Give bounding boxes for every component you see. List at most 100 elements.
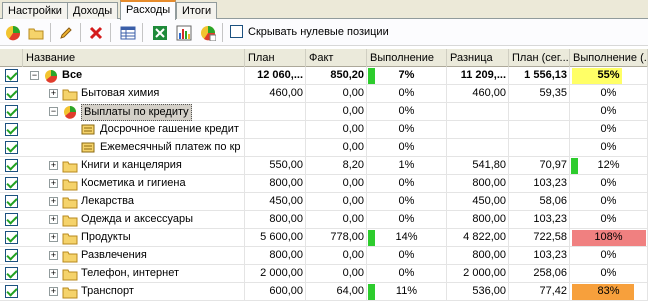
table-row[interactable]: + Телефон, интернет 2 000,00 0,00 0% 2 000,00… xyxy=(0,265,648,283)
table-row[interactable]: − Все 12 060,... 850,20 7% 11 209,... 1 556,13… xyxy=(0,67,648,85)
subcategory-icon xyxy=(81,142,95,153)
row-checkbox[interactable] xyxy=(5,105,18,118)
plan-segment-cell: 1 556,13 xyxy=(509,67,570,85)
add-category-button[interactable] xyxy=(3,23,23,43)
delete-icon xyxy=(89,26,103,40)
table-row[interactable]: + Транспорт 600,00 64,00 11% 536,00 77,42 83% xyxy=(0,283,648,301)
tab-settings[interactable]: Настройки xyxy=(2,2,68,19)
table-row[interactable]: + Продукты 5 600,00 778,00 14% 4 822,00 722,58… xyxy=(0,229,648,247)
export-excel-button[interactable] xyxy=(150,23,170,43)
plan-segment-cell: 103,23 xyxy=(509,175,570,193)
execution-segment-cell: 0% xyxy=(570,211,648,229)
category-name: Телефон, интернет xyxy=(81,267,179,279)
plan-segment-cell: 59,35 xyxy=(509,85,570,103)
hide-zero-toggle[interactable]: Скрывать нулевые позиции xyxy=(230,25,389,38)
difference-cell: 4 822,00 xyxy=(447,229,509,247)
table-row[interactable]: + Лекарства 450,00 0,00 0% 450,00 58,06 0% xyxy=(0,193,648,211)
difference-cell: 800,00 xyxy=(447,247,509,265)
execution-progress-bar xyxy=(368,230,375,246)
chart-button[interactable] xyxy=(174,23,194,43)
plan-cell: 460,00 xyxy=(245,85,306,103)
row-checkbox[interactable] xyxy=(5,249,18,262)
expand-icon[interactable]: + xyxy=(49,161,58,170)
expand-icon[interactable]: + xyxy=(49,179,58,188)
tab-income[interactable]: Доходы xyxy=(67,2,119,19)
expand-icon[interactable]: + xyxy=(49,251,58,260)
expand-icon[interactable]: + xyxy=(49,215,58,224)
row-checkbox[interactable] xyxy=(5,141,18,154)
folder-icon xyxy=(62,251,78,263)
fact-cell: 0,00 xyxy=(306,193,367,211)
plan-segment-cell: 722,58 xyxy=(509,229,570,247)
column-fact[interactable]: Факт xyxy=(306,49,367,67)
execution-cell: 14% xyxy=(367,229,447,247)
row-checkbox[interactable] xyxy=(5,267,18,280)
column-execution-segment[interactable]: Выполнение (... xyxy=(570,49,648,67)
expand-icon[interactable]: + xyxy=(49,287,58,296)
expand-icon[interactable]: + xyxy=(49,269,58,278)
column-execution[interactable]: Выполнение xyxy=(367,49,447,67)
table-button[interactable] xyxy=(118,23,138,43)
hide-zero-label: Скрывать нулевые позиции xyxy=(248,25,389,38)
row-checkbox[interactable] xyxy=(5,285,18,298)
table-row[interactable]: + Одежда и аксессуары 800,00 0,00 0% 800,00 10… xyxy=(0,211,648,229)
hide-zero-checkbox[interactable] xyxy=(230,25,243,38)
difference-cell xyxy=(447,139,509,157)
table-row[interactable]: + Косметика и гигиена 800,00 0,00 0% 800,00 10… xyxy=(0,175,648,193)
expand-icon[interactable]: + xyxy=(49,89,58,98)
execution-cell: 0% xyxy=(367,85,447,103)
table-row[interactable]: Досрочное гашение кредит 0,00 0% 0% xyxy=(0,121,648,139)
row-checkbox[interactable] xyxy=(5,123,18,136)
execution-cell: 0% xyxy=(367,265,447,283)
row-checkbox[interactable] xyxy=(5,159,18,172)
table-row[interactable]: + Развлечения 800,00 0,00 0% 800,00 103,23 0% xyxy=(0,247,648,265)
folder-icon xyxy=(62,161,78,173)
pie-report-button[interactable] xyxy=(198,23,218,43)
fact-cell: 0,00 xyxy=(306,85,367,103)
row-checkbox[interactable] xyxy=(5,231,18,244)
table-row[interactable]: − Выплаты по кредиту 0,00 0% 0% xyxy=(0,103,648,121)
table-row[interactable]: + Бытовая химия 460,00 0,00 0% 460,00 59,35 0% xyxy=(0,85,648,103)
category-name: Развлечения xyxy=(81,249,147,261)
plan-segment-cell: 103,23 xyxy=(509,211,570,229)
column-difference[interactable]: Разница xyxy=(447,49,509,67)
folder-icon xyxy=(62,215,78,227)
expand-icon[interactable]: + xyxy=(49,233,58,242)
execution-progress-bar xyxy=(368,284,375,300)
tab-expenses[interactable]: Расходы xyxy=(120,0,177,20)
fact-cell: 0,00 xyxy=(306,265,367,283)
subcategory-icon xyxy=(81,124,95,135)
expand-icon[interactable]: + xyxy=(49,197,58,206)
plan-segment-cell xyxy=(509,103,570,121)
tab-bar: Настройки Доходы Расходы Итоги xyxy=(0,0,648,20)
difference-cell: 450,00 xyxy=(447,193,509,211)
row-checkbox[interactable] xyxy=(5,195,18,208)
table-row[interactable]: Ежемесячный платеж по кр 0,00 0% 0% xyxy=(0,139,648,157)
execution-cell: 0% xyxy=(367,175,447,193)
category-name: Досрочное гашение кредит xyxy=(100,123,239,135)
difference-cell: 460,00 xyxy=(447,85,509,103)
plan-cell xyxy=(245,139,306,157)
row-checkbox[interactable] xyxy=(5,177,18,190)
collapse-icon[interactable]: − xyxy=(30,71,39,80)
row-checkbox[interactable] xyxy=(5,69,18,82)
collapse-icon[interactable]: − xyxy=(49,107,58,116)
fact-cell: 0,00 xyxy=(306,121,367,139)
fact-cell: 8,20 xyxy=(306,157,367,175)
edit-button[interactable] xyxy=(56,23,76,43)
row-checkbox[interactable] xyxy=(5,213,18,226)
delete-button[interactable] xyxy=(86,23,106,43)
execution-cell: 7% xyxy=(367,67,447,85)
category-name: Одежда и аксессуары xyxy=(81,213,194,225)
column-name[interactable]: Название xyxy=(23,49,245,67)
category-name: Косметика и гигиена xyxy=(81,177,186,189)
add-folder-button[interactable] xyxy=(26,23,46,43)
tab-totals[interactable]: Итоги xyxy=(176,2,218,19)
table-row[interactable]: + Книги и канцелярия 550,00 8,20 1% 541,80 70,… xyxy=(0,157,648,175)
toolbar: Скрывать нулевые позиции xyxy=(0,19,648,46)
column-plan-segment[interactable]: План (сег... xyxy=(509,49,570,67)
plan-cell: 450,00 xyxy=(245,193,306,211)
table-icon xyxy=(120,26,136,40)
column-plan[interactable]: План xyxy=(245,49,306,67)
row-checkbox[interactable] xyxy=(5,87,18,100)
